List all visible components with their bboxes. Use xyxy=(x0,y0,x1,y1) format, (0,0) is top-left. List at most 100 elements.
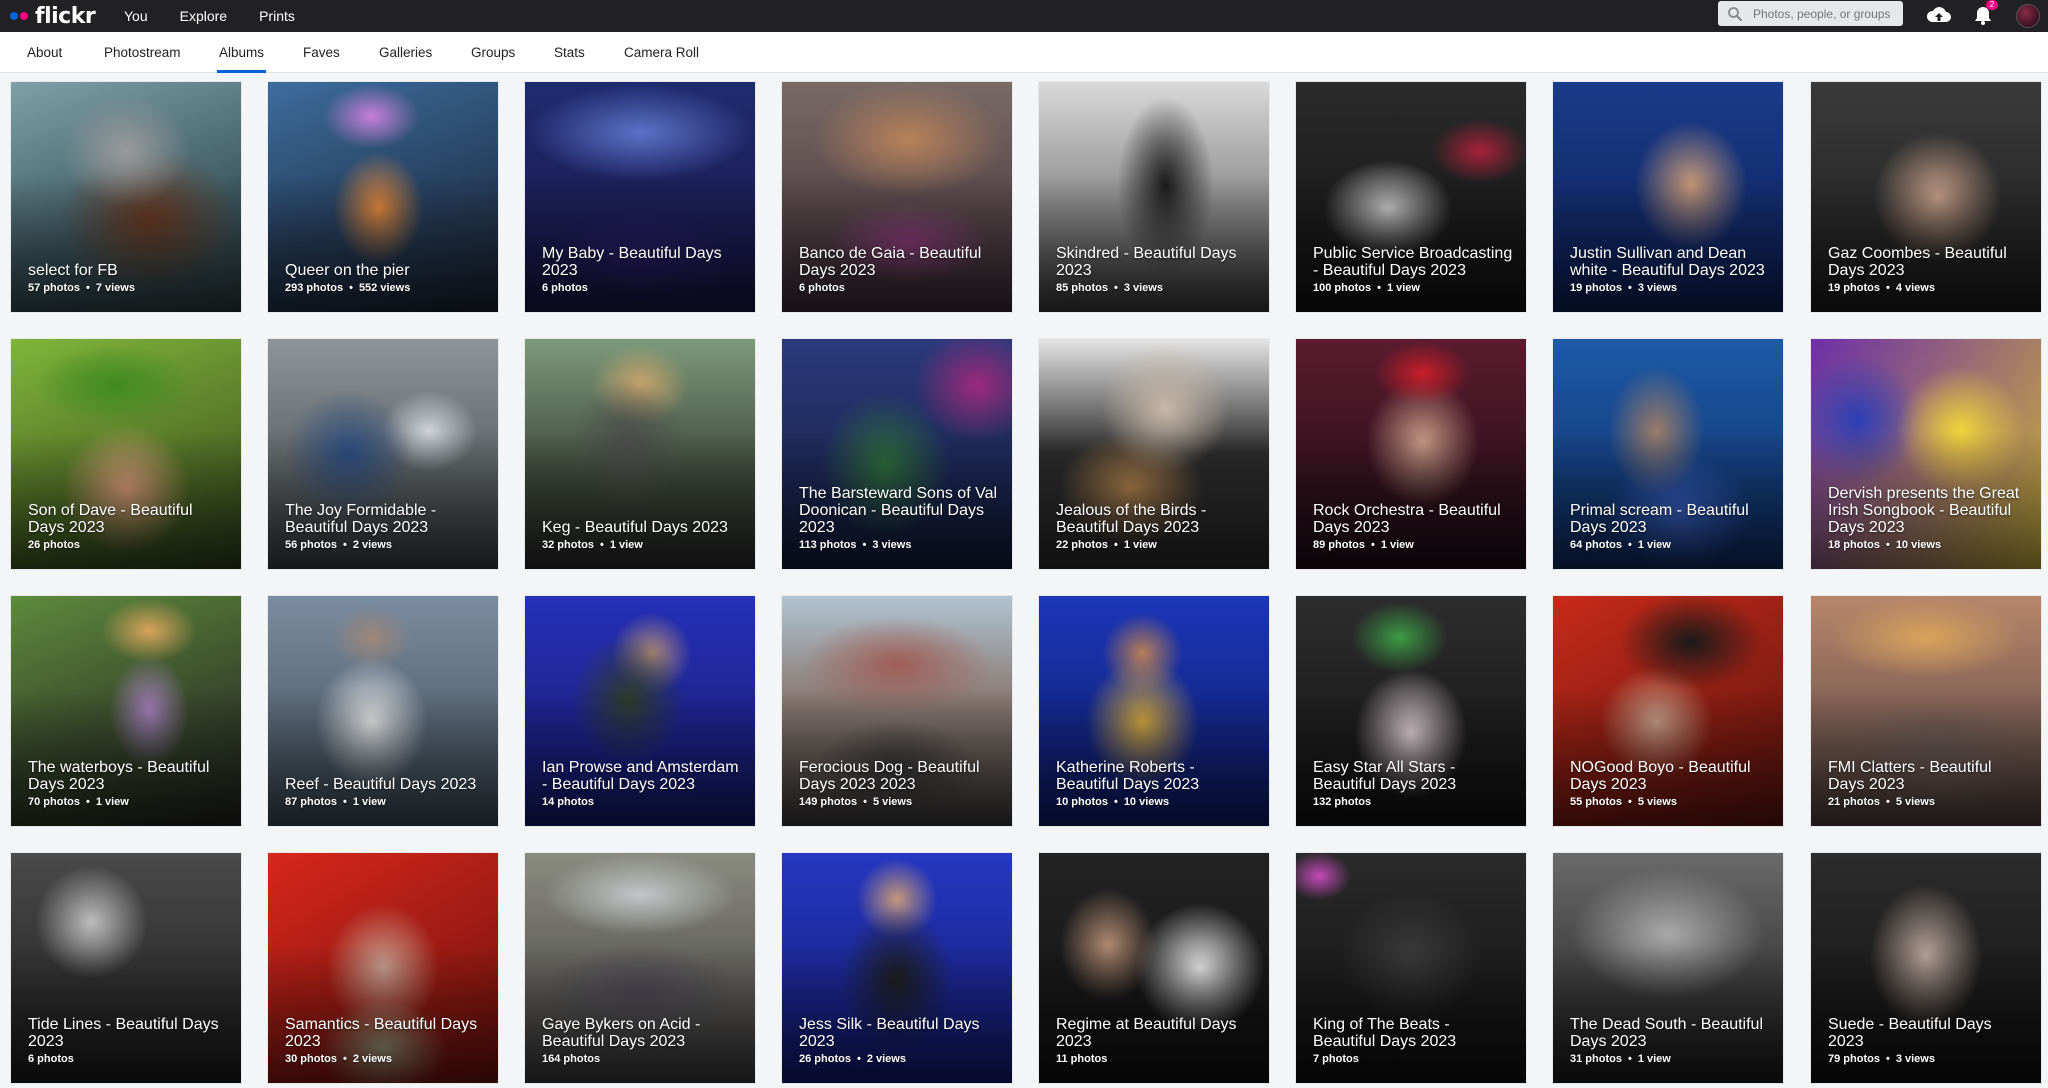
album-card[interactable]: Public Service Broadcasting - Beautiful … xyxy=(1296,82,1526,312)
album-title: Dervish presents the Great Irish Songboo… xyxy=(1828,485,2020,536)
search-box[interactable] xyxy=(1718,1,1903,26)
album-card[interactable]: Justin Sullivan and Dean white - Beautif… xyxy=(1553,82,1783,312)
album-view-count: 3 views xyxy=(1637,282,1677,294)
album-photo-count: 293 photos xyxy=(285,282,344,294)
album-info: Jess Silk - Beautiful Days 2023 26 photos… xyxy=(799,1016,1000,1065)
album-card[interactable]: Primal scream - Beautiful Days 2023 64 ph… xyxy=(1553,339,1783,569)
album-photo-count: 14 photos xyxy=(542,796,594,808)
tab-galleries[interactable]: Galleries xyxy=(379,32,432,73)
album-view-count: 3 views xyxy=(1895,1053,1935,1065)
album-card[interactable]: Keg - Beautiful Days 2023 32 photos • 1 vie… xyxy=(525,339,755,569)
album-card[interactable]: Gaz Coombes - Beautiful Days 2023 19 phot… xyxy=(1811,82,2041,312)
album-card[interactable]: The waterboys - Beautiful Days 2023 70 ph… xyxy=(11,596,241,826)
album-stats: 30 photos • 2 views xyxy=(285,1053,486,1065)
album-card[interactable]: NOGood Boyo - Beautiful Days 2023 55 phot… xyxy=(1553,596,1783,826)
album-card[interactable]: Skindred - Beautiful Days 2023 85 photos •… xyxy=(1039,82,1269,312)
stat-separator: • xyxy=(599,539,604,551)
tab-stats[interactable]: Stats xyxy=(554,32,585,73)
album-title: The Dead South - Beautiful Days 2023 xyxy=(1570,1016,1764,1050)
album-photo-count: 6 photos xyxy=(28,1053,74,1065)
stat-separator: • xyxy=(1113,282,1118,294)
logo-pink-dot xyxy=(20,12,28,20)
stat-separator: • xyxy=(85,282,90,294)
album-card[interactable]: Samantics - Beautiful Days 2023 30 photos… xyxy=(268,853,498,1083)
tab-camera-roll[interactable]: Camera Roll xyxy=(624,32,699,73)
tab-photostream[interactable]: Photostream xyxy=(104,32,181,73)
album-view-count: 10 views xyxy=(1123,796,1170,808)
album-info: Keg - Beautiful Days 2023 32 photos • 1 vie… xyxy=(542,519,743,551)
nav-you[interactable]: You xyxy=(124,8,148,24)
album-card[interactable]: The Barsteward Sons of Val Doonican - Be… xyxy=(782,339,1012,569)
album-card[interactable]: Queer on the pier 293 photos • 552 views xyxy=(268,82,498,312)
tab-groups[interactable]: Groups xyxy=(471,32,515,73)
profile-subnav: About Photostream Albums Faves Galleries… xyxy=(0,32,2048,73)
album-photo-count: 19 photos xyxy=(1570,282,1622,294)
album-title: Rock Orchestra - Beautiful Days 2023 xyxy=(1313,502,1501,536)
album-stats: 113 photos • 3 views xyxy=(799,539,1000,551)
album-card[interactable]: Rock Orchestra - Beautiful Days 2023 89 p… xyxy=(1296,339,1526,569)
album-photo-count: 57 photos xyxy=(28,282,80,294)
album-card[interactable]: The Dead South - Beautiful Days 2023 31 p… xyxy=(1553,853,1783,1083)
album-photo-count: 70 photos xyxy=(28,796,80,808)
album-photo-count: 55 photos xyxy=(1570,796,1622,808)
album-card[interactable]: Reef - Beautiful Days 2023 87 photos • 1 vi… xyxy=(268,596,498,826)
album-photo-count: 7 photos xyxy=(1313,1053,1359,1065)
stat-separator: • xyxy=(1885,1053,1890,1065)
album-card[interactable]: Jealous of the Birds - Beautiful Days 20… xyxy=(1039,339,1269,569)
tab-albums[interactable]: Albums xyxy=(216,32,267,73)
album-stats: 79 photos • 3 views xyxy=(1828,1053,2029,1065)
album-photo-count: 10 photos xyxy=(1056,796,1108,808)
album-card[interactable]: select for FB 57 photos • 7 views xyxy=(11,82,241,312)
album-card[interactable]: King of The Beats - Beautiful Days 2023 7… xyxy=(1296,853,1526,1083)
album-title: Suede - Beautiful Days 2023 xyxy=(1828,1016,1992,1050)
album-title: Jealous of the Birds - Beautiful Days 20… xyxy=(1056,502,1207,536)
album-view-count: 2 views xyxy=(352,1053,392,1065)
album-card[interactable]: Suede - Beautiful Days 2023 79 photos • 3 v… xyxy=(1811,853,2041,1083)
album-card[interactable]: Ian Prowse and Amsterdam - Beautiful Day… xyxy=(525,596,755,826)
album-card[interactable]: Dervish presents the Great Irish Songboo… xyxy=(1811,339,2041,569)
album-stats: 6 photos xyxy=(799,282,1000,294)
album-title: Jess Silk - Beautiful Days 2023 xyxy=(799,1016,980,1050)
tab-faves[interactable]: Faves xyxy=(303,32,340,73)
album-card[interactable]: Banco de Gaia - Beautiful Days 2023 6 pho… xyxy=(782,82,1012,312)
album-info: Jealous of the Birds - Beautiful Days 20… xyxy=(1056,502,1257,551)
album-info: Primal scream - Beautiful Days 2023 64 ph… xyxy=(1570,502,1771,551)
album-photo-count: 87 photos xyxy=(285,796,337,808)
album-title: FMI Clatters - Beautiful Days 2023 xyxy=(1828,759,1992,793)
album-card[interactable]: Easy Star All Stars - Beautiful Days 202… xyxy=(1296,596,1526,826)
album-view-count: 3 views xyxy=(872,539,912,551)
flickr-logo[interactable]: flickr xyxy=(10,0,96,32)
nav-prints[interactable]: Prints xyxy=(259,8,295,24)
album-card[interactable]: Ferocious Dog - Beautiful Days 2023 2023… xyxy=(782,596,1012,826)
stat-separator: • xyxy=(1113,796,1118,808)
album-view-count: 1 view xyxy=(352,796,386,808)
tab-about[interactable]: About xyxy=(27,32,62,73)
search-input[interactable] xyxy=(1751,5,1901,22)
album-card[interactable]: FMI Clatters - Beautiful Days 2023 21 pho… xyxy=(1811,596,2041,826)
album-card[interactable]: Gaye Bykers on Acid - Beautiful Days 202… xyxy=(525,853,755,1083)
album-photo-count: 56 photos xyxy=(285,539,337,551)
album-card[interactable]: Tide Lines - Beautiful Days 2023 6 photos xyxy=(11,853,241,1083)
album-info: Justin Sullivan and Dean white - Beautif… xyxy=(1570,245,1771,294)
album-title: Samantics - Beautiful Days 2023 xyxy=(285,1016,478,1050)
stat-separator: • xyxy=(85,796,90,808)
album-photo-count: 6 photos xyxy=(542,282,588,294)
nav-explore[interactable]: Explore xyxy=(180,8,227,24)
album-card[interactable]: Regime at Beautiful Days 2023 11 photos xyxy=(1039,853,1269,1083)
user-avatar[interactable] xyxy=(2016,4,2040,28)
album-view-count: 1 view xyxy=(609,539,643,551)
notifications-button[interactable]: 2 xyxy=(1972,0,1998,26)
album-stats: 14 photos xyxy=(542,796,743,808)
album-info: The Barsteward Sons of Val Doonican - Be… xyxy=(799,485,1000,551)
upload-cloud-icon[interactable] xyxy=(1925,3,1953,27)
album-card[interactable]: The Joy Formidable - Beautiful Days 2023… xyxy=(268,339,498,569)
album-card[interactable]: Jess Silk - Beautiful Days 2023 26 photos… xyxy=(782,853,1012,1083)
album-card[interactable]: Katherine Roberts - Beautiful Days 2023 1… xyxy=(1039,596,1269,826)
album-stats: 100 photos • 1 view xyxy=(1313,282,1514,294)
album-info: Regime at Beautiful Days 2023 11 photos xyxy=(1056,1016,1257,1065)
album-title: The Barsteward Sons of Val Doonican - Be… xyxy=(799,485,998,536)
album-card[interactable]: Son of Dave - Beautiful Days 2023 26 phot… xyxy=(11,339,241,569)
album-stats: 26 photos • 2 views xyxy=(799,1053,1000,1065)
album-photo-count: 11 photos xyxy=(1056,1053,1108,1065)
album-card[interactable]: My Baby - Beautiful Days 2023 6 photos xyxy=(525,82,755,312)
